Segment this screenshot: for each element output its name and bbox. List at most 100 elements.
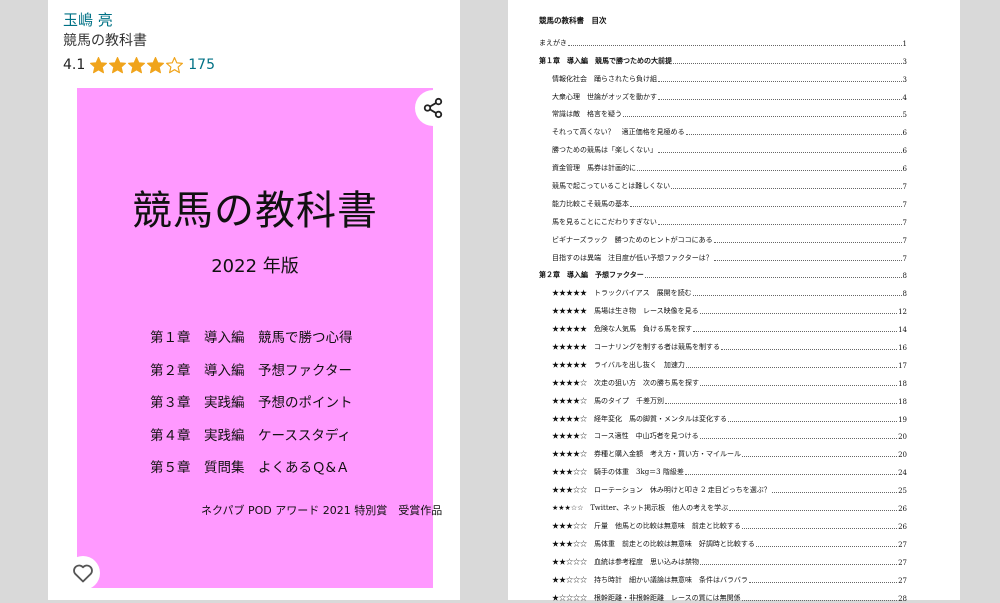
toc-entry-title: 常識は敵 格言を疑う [552, 110, 622, 119]
share-button[interactable] [415, 90, 451, 126]
toc-leader-dots [637, 170, 902, 172]
toc-entry: 競馬で起こっていることは難しくない 7 [539, 173, 907, 191]
toc-entry: 資金管理 馬券は計画的に 6 [539, 155, 907, 173]
toc-entry: ★★★★★ トラックバイアス 展開を読む 8 [539, 280, 907, 298]
toc-entry-page: 3 [902, 75, 907, 84]
toc-entry: ★★☆☆☆ 血統は参考程度 思い込みは禁物 27 [539, 549, 907, 567]
toc-entry-page: 24 [898, 469, 907, 478]
cover-chapter: 第２章 導入編 予想ファクター [150, 362, 352, 379]
cover-chapter: 第３章 実践編 予想のポイント [150, 395, 353, 411]
toc-entry: ★★★★☆ 次走の狙い方 次の勝ち馬を探す 18 [539, 370, 907, 388]
toc-entry: 勝つための競馬は「楽しくない」 6 [539, 137, 907, 155]
toc-entry-page: 6 [902, 165, 907, 174]
toc-leader-dots [771, 492, 898, 494]
book-detail-panel: 玉嶋 亮 競馬の教科書 4.1 175 競馬の教科書 2022 年版 第１章 導… [48, 0, 460, 600]
toc-list: まえがき 1 第１章 導入編 競馬で勝つための大前提 3 情報化社会 踊らされたら負け組… [539, 30, 907, 603]
toc-entry-page: 14 [898, 326, 907, 335]
toc-entry-title: 目指すのは異端 注目度が低い予想ファクターは？ [552, 253, 713, 262]
toc-leader-dots [748, 581, 898, 583]
rating-stars[interactable] [89, 56, 184, 75]
toc-leader-dots [623, 116, 902, 118]
toc-entry: 馬を見ることにこだわりすぎない 7 [539, 209, 907, 227]
toc-leader-dots [713, 259, 902, 261]
toc-entry-page: 27 [898, 558, 907, 567]
toc-leader-dots [699, 313, 898, 315]
toc-entry: ★★★★☆ コース適性 中山巧者を見つける 20 [539, 424, 907, 442]
toc-entry-page: 20 [898, 433, 907, 442]
toc-entry: 能力比較こそ競馬の基本 7 [539, 191, 907, 209]
toc-leader-dots [728, 420, 898, 422]
toc-entry: ★★☆☆☆ 持ち時計 細かい議論は無意味 条件はバラバラ 27 [539, 567, 907, 585]
toc-entry-title: ビギナーズラック 勝つためのヒントがココにある [552, 235, 713, 244]
toc-entry-title: ★★★★★ 危険な人気馬 負ける馬を探す [552, 325, 692, 334]
toc-entry-title: ★★★★★ ライバルを出し抜く 加速力 [552, 360, 685, 369]
toc-entry-title: ★★★☆☆ ローテーション 休み明けと叩き 2 走目どっちを選ぶ？ [552, 486, 771, 495]
toc-entry-page: 5 [902, 111, 907, 120]
toc-entry-page: 3 [902, 57, 907, 66]
toc-entry-page: 18 [898, 379, 907, 388]
favorite-button[interactable] [66, 556, 100, 590]
toc-entry-title: ★★★★☆ 経年変化 馬の脚質・メンタルは変化する [552, 414, 727, 423]
toc-entry-page: 6 [902, 129, 907, 138]
toc-entry: 目指すのは異端 注目度が低い予想ファクターは？ 7 [539, 245, 907, 263]
toc-leader-dots [685, 134, 902, 136]
toc-entry-title: 勝つための競馬は「楽しくない」 [552, 146, 657, 155]
star-icon [90, 56, 108, 73]
toc-entry: 第１章 導入編 競馬で勝つための大前提 3 [539, 48, 907, 66]
toc-entry-page: 17 [898, 361, 907, 370]
toc-leader-dots [742, 456, 898, 458]
toc-entry-title: 資金管理 馬券は計画的に [552, 164, 636, 173]
toc-entry: 第２章 導入編 予想ファクター 8 [539, 263, 907, 281]
toc-entry-title: 大衆心理 世論がオッズを動かす [552, 92, 657, 101]
cover-edition: 2022 年版 [211, 256, 299, 277]
toc-leader-dots [644, 277, 902, 279]
toc-entry: それって高くない？ 適正価格を見極める 6 [539, 119, 907, 137]
star-icon [147, 56, 165, 73]
toc-entry: ★★★☆☆ 馬体重 前走との比較は無意味 好調時と比較する 27 [539, 531, 907, 549]
toc-entry-page: 26 [898, 505, 907, 514]
toc-entry-page: 4 [902, 93, 907, 102]
author-link[interactable]: 玉嶋 亮 [63, 9, 113, 30]
toc-leader-dots [755, 545, 898, 547]
toc-leader-dots [657, 223, 902, 225]
toc-entry: ★★★★★ コーナリングを制する者は競馬を制する 16 [539, 334, 907, 352]
toc-entry-title: ★★★★☆ コース適性 中山巧者を見つける [552, 432, 699, 441]
toc-leader-dots [658, 98, 902, 100]
toc-entry-page: 18 [898, 397, 907, 406]
toc-entry-title: ★★★★☆ 次走の狙い方 次の勝ち馬を探す [552, 378, 699, 387]
toc-entry-title: ★★★☆☆ Twitter、ネット掲示板 他人の考えを学ぶ [552, 504, 729, 513]
toc-entry: まえがき 1 [539, 30, 907, 48]
toc-entry: ★★★★☆ 経年変化 馬の脚質・メンタルは変化する 19 [539, 406, 907, 424]
toc-entry-page: 1 [902, 39, 907, 48]
toc-leader-dots [741, 527, 898, 529]
toc-entry-page: 7 [902, 200, 907, 209]
toc-entry-title: 第１章 導入編 競馬で勝つための大前提 [539, 55, 672, 65]
toc-entry-page: 26 [898, 522, 907, 531]
toc-entry-page: 19 [898, 415, 907, 424]
toc-entry-page: 8 [902, 272, 907, 281]
toc-entry: ★★★☆☆ ローテーション 休み明けと叩き 2 走目どっちを選ぶ？ 25 [539, 477, 907, 495]
toc-leader-dots [658, 152, 902, 154]
book-cover[interactable]: 競馬の教科書 2022 年版 第１章 導入編 競馬で勝つ心得 第２章 導入編 予… [77, 88, 442, 588]
cover-chapter: 第１章 導入編 競馬で勝つ心得 [150, 330, 353, 346]
toc-leader-dots [692, 295, 902, 297]
toc-entry: ★★★★☆ 馬のタイプ 千差万別 18 [539, 388, 907, 406]
rating-count-link[interactable]: 175 [188, 57, 215, 73]
toc-leader-dots [685, 366, 898, 368]
toc-leader-dots [630, 205, 902, 207]
toc-entry-title: ★☆☆☆☆ 根幹距離・非根幹距離 レースの質には無関係 [552, 593, 741, 602]
toc-entry-page: 16 [898, 344, 907, 353]
toc-entry: ★★★★★ ライバルを出し抜く 加速力 17 [539, 352, 907, 370]
cover-chapter: 第５章 質問集 よくあるＱ&Ａ [150, 460, 350, 476]
toc-leader-dots [721, 349, 898, 351]
book-title: 競馬の教科書 [63, 33, 147, 49]
toc-entry: ★★★★☆ 券種と購入金額 考え方・買い方・マイルール 20 [539, 441, 907, 459]
star-icon [166, 56, 184, 73]
toc-leader-dots [684, 474, 898, 476]
toc-entry-title: 第２章 導入編 予想ファクター [539, 270, 644, 280]
toc-leader-dots [700, 384, 898, 386]
toc-entry-title: ★★★★★ 馬場は生き物 レース映像を見る [552, 307, 699, 316]
star-icon [128, 56, 146, 73]
heart-icon [73, 564, 93, 583]
toc-heading: 競馬の教科書 目次 [539, 16, 607, 25]
